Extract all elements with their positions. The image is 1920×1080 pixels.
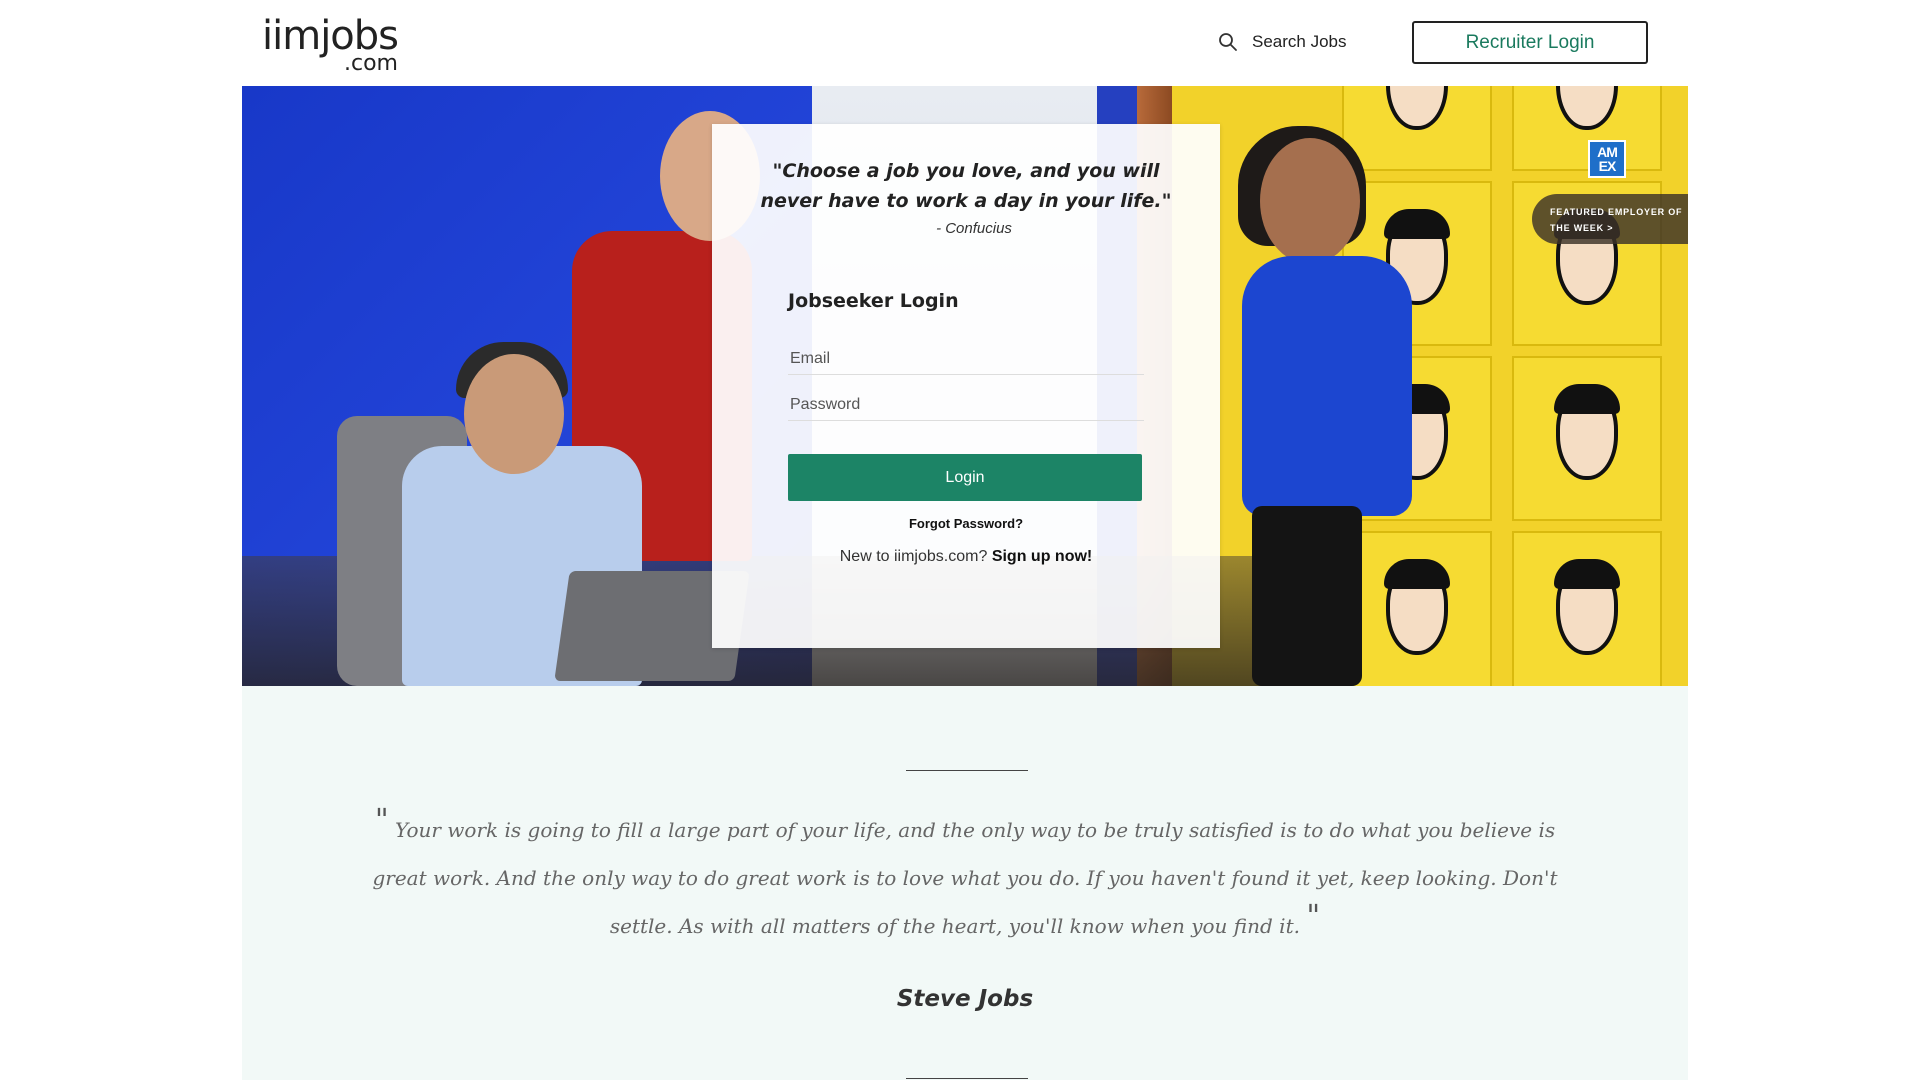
quote-author: Steve Jobs — [896, 986, 1034, 1012]
password-field[interactable] — [788, 389, 1144, 421]
quote-text: Your work is going to fill a large part … — [372, 818, 1558, 938]
forgot-password-link[interactable]: Forgot Password? — [712, 516, 1220, 531]
divider-top — [906, 770, 1028, 771]
search-jobs-label: Search Jobs — [1252, 32, 1347, 51]
logo-sub-text: .com — [344, 51, 398, 76]
open-quote-mark: " — [374, 802, 389, 838]
amex-logo-text: AM EX — [1597, 144, 1618, 174]
jobseeker-login-card: "Choose a job you love, and you will nev… — [712, 124, 1220, 648]
standing-woman-figure — [1242, 256, 1412, 516]
search-icon — [1219, 33, 1237, 51]
signup-link[interactable]: Sign up now! — [992, 548, 1092, 565]
standing-woman-head — [1260, 138, 1360, 264]
email-field[interactable] — [788, 343, 1144, 375]
quote-section: " Your work is going to fill a large par… — [242, 686, 1688, 1080]
iimjobs-logo[interactable]: iimjobs .com — [262, 14, 402, 76]
featured-employer-badge[interactable]: FEATURED EMPLOYER OF THE WEEK > — [1532, 194, 1688, 244]
recruiter-login-button[interactable]: Recruiter Login — [1412, 21, 1648, 64]
featured-line-1: FEATURED EMPLOYER OF — [1550, 207, 1683, 217]
seated-man-head — [464, 354, 564, 474]
amex-logo[interactable]: AM EX — [1588, 140, 1626, 178]
login-card-quote: "Choose a job you love, and you will nev… — [760, 160, 1172, 212]
new-user-text: New to iimjobs.com? — [839, 548, 988, 565]
standing-woman-legs — [1252, 506, 1362, 686]
search-jobs-link[interactable]: Search Jobs — [1218, 28, 1347, 56]
steve-jobs-quote: " Your work is going to fill a large par… — [362, 805, 1568, 950]
signup-prompt: New to iimjobs.com? Sign up now! — [712, 548, 1220, 566]
divider-bottom — [906, 1078, 1028, 1079]
close-quote-mark: " — [1306, 898, 1321, 934]
login-button[interactable]: Login — [788, 454, 1142, 501]
login-title: Jobseeker Login — [788, 290, 959, 312]
featured-line-2: THE WEEK > — [1550, 223, 1614, 233]
login-card-quote-author: - Confucius — [936, 220, 1012, 237]
site-header: iimjobs .com Search Jobs Recruiter Login — [0, 0, 1920, 86]
